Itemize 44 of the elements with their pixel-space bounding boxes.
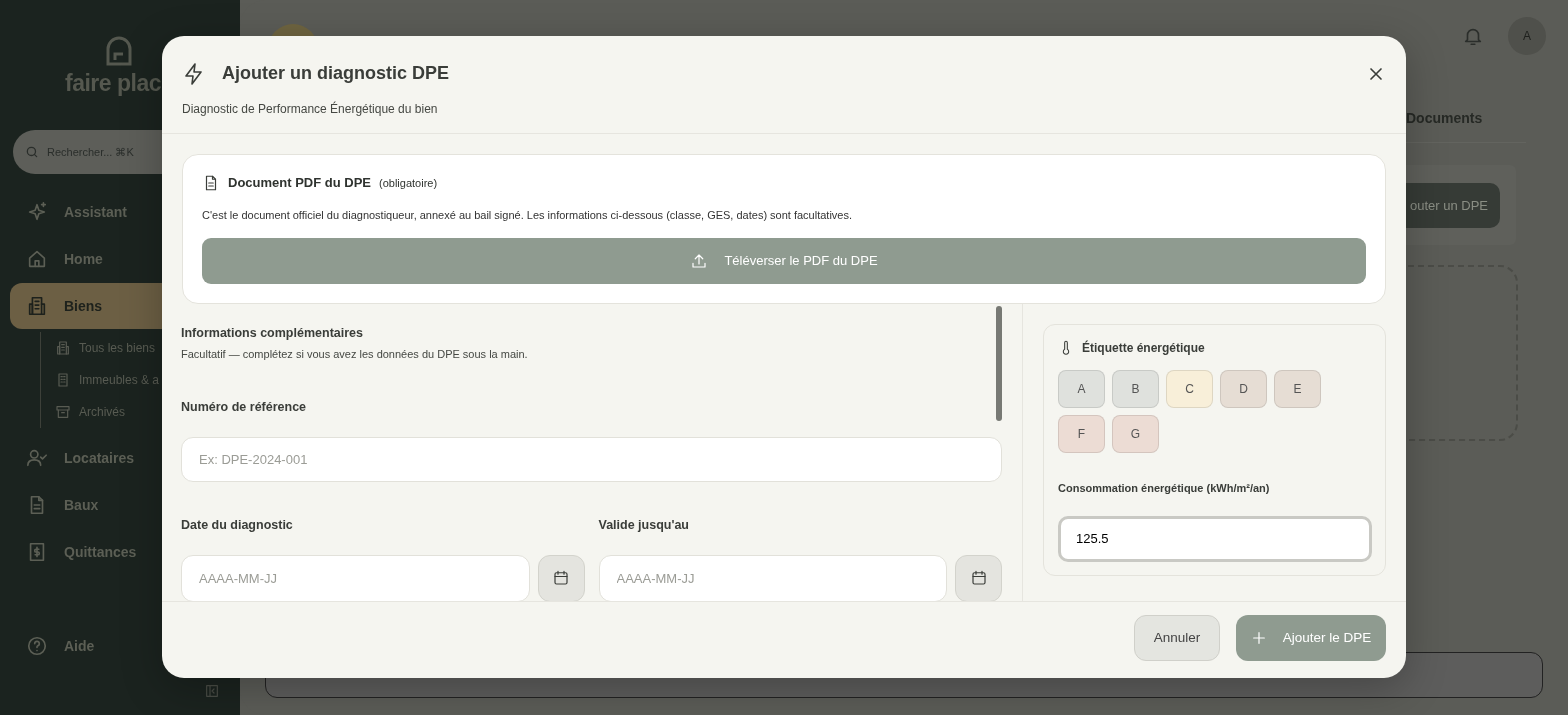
user-check-icon: [26, 447, 48, 469]
calendar-button[interactable]: [537, 554, 585, 601]
logo-icon: [105, 36, 133, 66]
input-field[interactable]: 125.5: [1058, 515, 1372, 562]
required-label: (obligatoire): [379, 175, 438, 191]
building-icon: [55, 340, 71, 356]
upload-icon: [690, 252, 709, 270]
energy-class-button[interactable]: F: [1058, 415, 1105, 453]
calendar-button[interactable]: [955, 554, 1002, 601]
building-icon: [26, 295, 48, 317]
archive-icon: [55, 404, 71, 420]
field-label: Numéro de référence: [181, 399, 308, 417]
home-icon: [26, 248, 48, 270]
energy-class-button[interactable]: E: [1274, 370, 1321, 408]
collapse-sidebar-icon: [204, 683, 220, 699]
energy-class-button[interactable]: B: [1112, 370, 1159, 408]
card-title: Étiquette énergétique: [1082, 339, 1205, 357]
calendar-icon: [552, 569, 570, 588]
modal-subtitle: Diagnostic de Performance Énergétique du bien: [182, 100, 439, 118]
date-field[interactable]: AAAA-MM-JJ: [181, 554, 530, 601]
field-label: Valide jusqu'au: [598, 517, 690, 534]
card-title: Document PDF du DPE: [228, 174, 371, 192]
submit-button[interactable]: Ajouter le DPE: [1236, 615, 1386, 661]
energy-class-button[interactable]: C: [1166, 370, 1213, 408]
upload-button[interactable]: Téléverser le PDF du DPE: [202, 238, 1366, 284]
tower-icon: [55, 372, 71, 388]
cancel-button[interactable]: Annuler: [1134, 615, 1220, 661]
energy-class-button[interactable]: D: [1220, 370, 1267, 408]
plus-icon: [1250, 630, 1267, 646]
energy-class-button[interactable]: A: [1058, 370, 1105, 408]
search-icon: [25, 145, 39, 159]
modal-title: Ajouter un diagnostic DPE: [222, 62, 449, 85]
field-label: Date du diagnostic: [181, 517, 294, 534]
sparkle-icon: [26, 201, 48, 223]
section-subtitle: Facultatif — complétez si vous avez les données du DPE sous la main.: [181, 346, 529, 362]
input-field[interactable]: Ex: DPE-2024-001: [181, 437, 1002, 482]
nav-item[interactable]: Aide: [10, 623, 240, 669]
energy-class-button[interactable]: G: [1112, 415, 1159, 453]
field-label: Consommation énergétique (kWh/m²/an): [1058, 481, 1271, 496]
card-description: C'est le document officiel du diagnostiqueur, annexé au bail signé. Les informations ci-dessous (classe, GES, dates) sont facultatives.: [202, 207, 854, 223]
help-icon: [26, 635, 48, 657]
logo-text: faire plac: [65, 69, 161, 98]
calendar-icon: [969, 569, 988, 588]
date-field[interactable]: AAAA-MM-JJ: [598, 554, 947, 601]
